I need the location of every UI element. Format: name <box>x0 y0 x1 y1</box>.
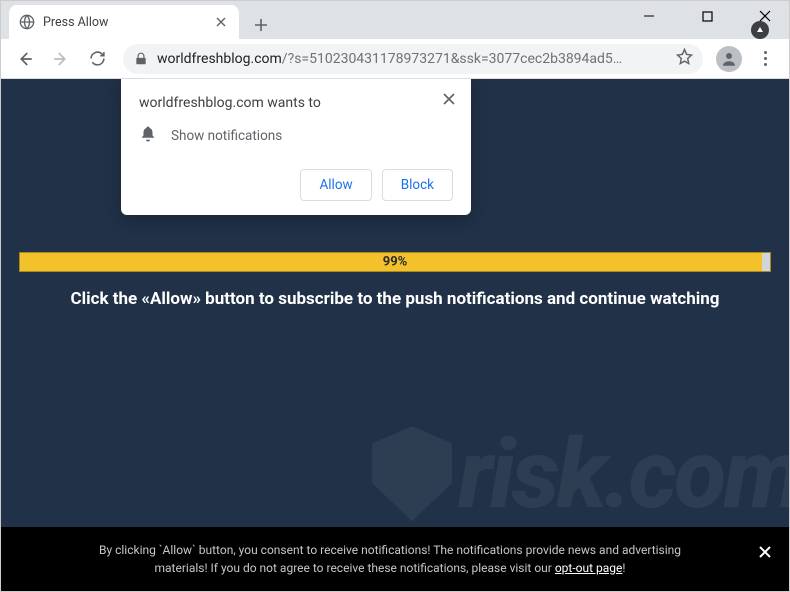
progress-percent: 99% <box>383 255 408 270</box>
page-content: worldfreshblog.com wants to Show notific… <box>1 79 789 591</box>
maximize-button[interactable] <box>690 4 724 28</box>
instruction-text: Click the «Allow» button to subscribe to… <box>1 289 789 309</box>
browser-tab[interactable]: Press Allow <box>9 5 239 39</box>
back-button[interactable] <box>9 43 41 75</box>
tab-strip: Press Allow <box>1 1 789 39</box>
kebab-icon <box>764 51 767 66</box>
minimize-button[interactable] <box>632 4 666 28</box>
url-text: worldfreshblog.com/?s=510230431178973271… <box>157 51 668 67</box>
progress-bar: 99% <box>19 252 771 272</box>
profile-button[interactable] <box>713 43 745 75</box>
consent-banner: By clicking `Allow` button, you consent … <box>1 527 789 591</box>
close-icon[interactable] <box>213 14 229 30</box>
opt-out-link[interactable]: opt-out page <box>555 561 623 575</box>
consent-text-1: By clicking `Allow` button, you consent … <box>99 543 681 557</box>
bookmark-icon[interactable] <box>676 48 693 69</box>
consent-text-2a: materials! If you do not agree to receiv… <box>155 561 555 575</box>
close-icon[interactable] <box>439 89 459 109</box>
popup-title: worldfreshblog.com wants to <box>139 95 453 111</box>
notification-permission-popup: worldfreshblog.com wants to Show notific… <box>121 79 471 215</box>
reload-button[interactable] <box>81 43 113 75</box>
popup-permission-text: Show notifications <box>171 128 282 144</box>
forward-button[interactable] <box>45 43 77 75</box>
lock-icon[interactable] <box>133 51 149 67</box>
browser-toolbar: worldfreshblog.com/?s=510230431178973271… <box>1 39 789 79</box>
browser-window: Press Allow <box>0 0 790 592</box>
menu-button[interactable] <box>749 43 781 75</box>
block-button[interactable]: Block <box>382 169 453 201</box>
close-icon[interactable] <box>759 541 771 565</box>
globe-icon <box>19 14 35 30</box>
watermark: risk.com <box>372 419 789 531</box>
consent-text-2b: ! <box>622 561 625 575</box>
bell-icon <box>139 125 157 147</box>
tab-title: Press Allow <box>43 15 205 30</box>
avatar-icon <box>716 46 742 72</box>
address-bar[interactable]: worldfreshblog.com/?s=510230431178973271… <box>123 44 703 74</box>
allow-button[interactable]: Allow <box>300 169 371 201</box>
close-window-button[interactable] <box>748 4 782 28</box>
new-tab-button[interactable] <box>247 11 275 39</box>
